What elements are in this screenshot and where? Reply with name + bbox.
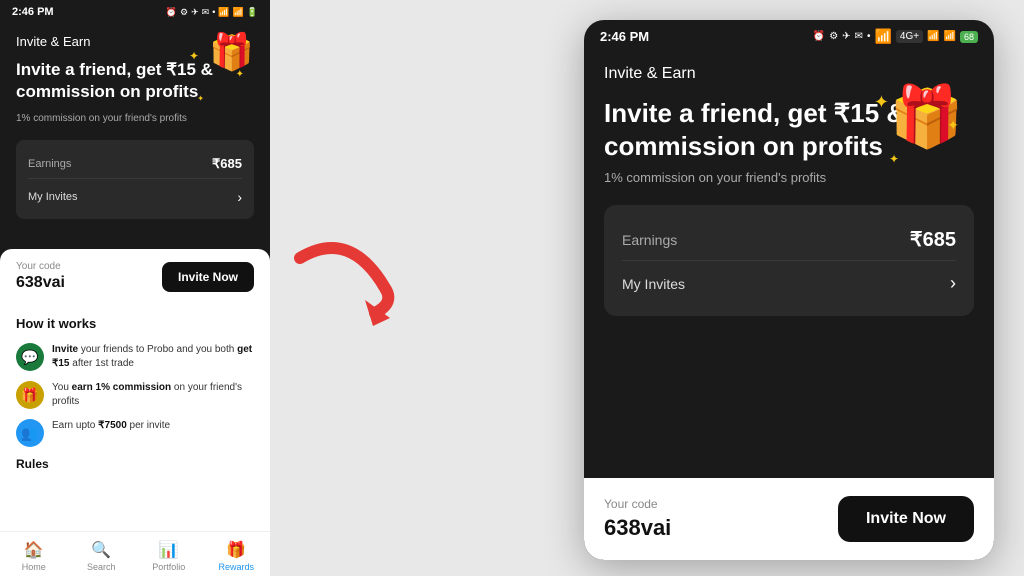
nav-home-small[interactable]: 🏠 Home bbox=[0, 540, 68, 572]
star-main-1: ✦ bbox=[874, 92, 889, 113]
earnings-box-main: Earnings ₹685 My Invites › bbox=[604, 205, 974, 316]
code-label-small: Your code bbox=[16, 261, 65, 272]
code-section-main: Your code 638vai Invite Now bbox=[584, 478, 994, 560]
star-main-3: ✦ bbox=[889, 152, 899, 166]
nav-rewards-small[interactable]: 🎁 Rewards bbox=[203, 540, 271, 572]
code-info-small: Your code 638vai bbox=[16, 261, 65, 292]
code-value-small: 638vai bbox=[16, 274, 65, 292]
commission-icon-small: 🎁 bbox=[16, 381, 44, 409]
status-time-small: 2:46 PM bbox=[12, 6, 54, 18]
chevron-right-main: › bbox=[950, 273, 956, 294]
status-time-main: 2:46 PM bbox=[600, 29, 649, 44]
how-item-3: 👥 Earn upto ₹7500 per invite bbox=[16, 419, 254, 447]
right-phone-panel: 2:46 PM ⏰ ⚙ ✈ ✉ • 📶 4G+ 📶 📶 68 Invite & … bbox=[584, 20, 994, 560]
left-main-content: Invite & Earn Invite a friend, get ₹15 &… bbox=[0, 22, 270, 249]
rewards-icon-small: 🎁 bbox=[226, 540, 246, 560]
portfolio-icon-small: 📊 bbox=[159, 540, 179, 560]
status-icons-small: ⏰ ⚙ ✈ ✉ • 📶 📶 🔋 bbox=[166, 7, 258, 18]
earnings-box-small: Earnings ₹685 My Invites › bbox=[16, 140, 254, 219]
main-content: Invite & Earn Invite a friend, get ₹15 &… bbox=[584, 49, 994, 332]
invites-row-small[interactable]: My Invites › bbox=[28, 185, 242, 209]
main-headline-container: Invite a friend, get ₹15 & commission on… bbox=[604, 97, 974, 162]
left-headline-container: Invite a friend, get ₹15 & commission on… bbox=[16, 59, 254, 103]
people-icon-small: 👥 bbox=[16, 419, 44, 447]
code-info-main: Your code 638vai bbox=[604, 497, 671, 541]
nav-portfolio-small[interactable]: 📊 Portfolio bbox=[135, 540, 203, 572]
chevron-right-small: › bbox=[237, 189, 242, 205]
how-item-2: 🎁 You earn 1% commission on your friend'… bbox=[16, 381, 254, 409]
bottom-nav-small: 🏠 Home 🔍 Search 📊 Portfolio 🎁 Rewards bbox=[0, 531, 270, 576]
how-it-works-small: How it works 💬 Invite your friends to Pr… bbox=[0, 304, 270, 531]
star-small-2: ✦ bbox=[236, 69, 244, 80]
red-arrow-icon bbox=[285, 238, 415, 338]
main-subtext: 1% commission on your friend's profits bbox=[604, 170, 974, 185]
left-phone-panel: 2:46 PM ⏰ ⚙ ✈ ✉ • 📶 📶 🔋 Invite & Earn In… bbox=[0, 0, 270, 576]
earnings-value-main: ₹685 bbox=[910, 227, 956, 252]
star-main-2: ✦ bbox=[947, 117, 959, 134]
invite-now-button-main[interactable]: Invite Now bbox=[838, 496, 974, 542]
left-headline: Invite a friend, get ₹15 & commission on… bbox=[16, 59, 254, 103]
earnings-label-main: Earnings bbox=[622, 232, 677, 248]
how-text-2: You earn 1% commission on your friend's … bbox=[52, 381, 254, 409]
arrow-container bbox=[270, 228, 430, 348]
star-small-1: ✦ bbox=[189, 49, 199, 63]
status-bar-main: 2:46 PM ⏰ ⚙ ✈ ✉ • 📶 4G+ 📶 📶 68 bbox=[584, 20, 994, 49]
invites-row-main[interactable]: My Invites › bbox=[622, 265, 956, 302]
search-icon-small: 🔍 bbox=[91, 540, 111, 560]
how-title-small: How it works bbox=[16, 316, 254, 331]
earnings-row-main: Earnings ₹685 bbox=[622, 219, 956, 261]
earnings-row-small: Earnings ₹685 bbox=[28, 150, 242, 179]
earnings-label-small: Earnings bbox=[28, 158, 71, 170]
how-text-3: Earn upto ₹7500 per invite bbox=[52, 419, 170, 433]
gift-icon-small: 🎁 bbox=[209, 29, 254, 76]
whatsapp-icon-small: 💬 bbox=[16, 343, 44, 371]
rules-label-small: Rules bbox=[16, 457, 254, 471]
code-value-main: 638vai bbox=[604, 515, 671, 541]
how-item-1: 💬 Invite your friends to Probo and you b… bbox=[16, 343, 254, 371]
home-icon-small: 🏠 bbox=[24, 540, 44, 560]
invites-label-small: My Invites bbox=[28, 191, 78, 203]
nav-search-small[interactable]: 🔍 Search bbox=[68, 540, 136, 572]
code-label-main: Your code bbox=[604, 497, 671, 511]
star-small-3: ✦ bbox=[197, 94, 204, 103]
earnings-value-small: ₹685 bbox=[212, 156, 242, 172]
left-subtext: 1% commission on your friend's profits bbox=[16, 113, 254, 124]
invite-now-button-small[interactable]: Invite Now bbox=[162, 262, 254, 292]
status-icons-main: ⏰ ⚙ ✈ ✉ • 📶 4G+ 📶 📶 68 bbox=[813, 28, 978, 45]
invites-label-main: My Invites bbox=[622, 276, 685, 292]
main-title: Invite & Earn bbox=[604, 65, 974, 83]
how-text-1: Invite your friends to Probo and you bot… bbox=[52, 343, 254, 371]
code-bar-small: Your code 638vai Invite Now bbox=[0, 249, 270, 304]
status-bar-small: 2:46 PM ⏰ ⚙ ✈ ✉ • 📶 📶 🔋 bbox=[0, 0, 270, 22]
